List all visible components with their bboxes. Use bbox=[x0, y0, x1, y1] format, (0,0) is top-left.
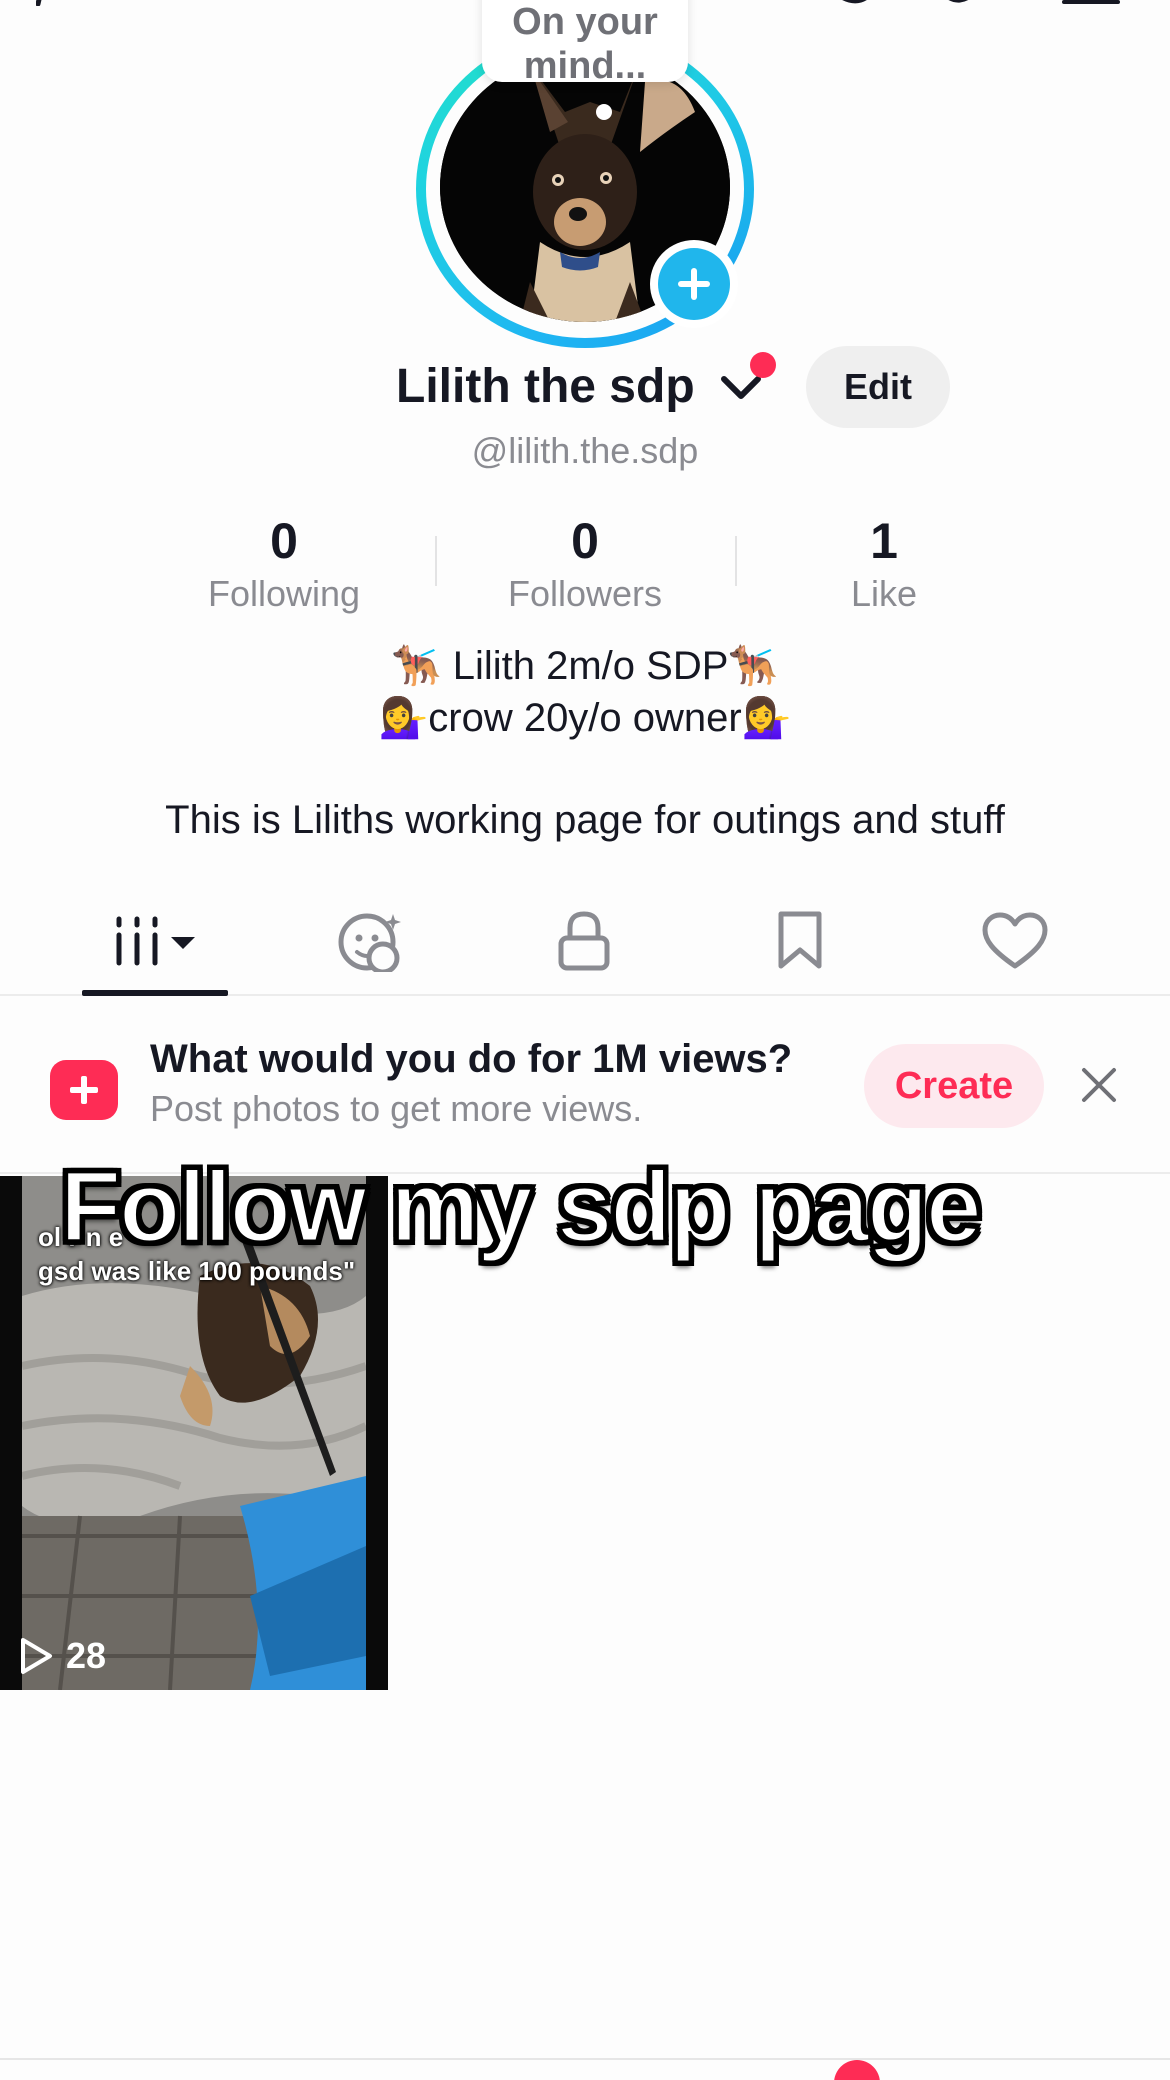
status-bubble[interactable]: On your mind... bbox=[482, 0, 688, 87]
status-bubble-text: On your mind... bbox=[512, 1, 658, 87]
inbox-badge bbox=[834, 2060, 880, 2080]
person-tipping-hand-emoji: 💁‍♀️ bbox=[378, 695, 429, 741]
tab-favorites[interactable] bbox=[740, 886, 860, 996]
notification-dot bbox=[750, 352, 776, 378]
close-icon[interactable] bbox=[1078, 1064, 1120, 1106]
stat-likes[interactable]: 1 Like bbox=[734, 510, 1034, 616]
profile-tabs bbox=[0, 886, 1170, 996]
bubble-dot bbox=[596, 104, 612, 120]
bio-line-1-text: Lilith 2m/o SDP bbox=[441, 644, 729, 688]
edit-profile-button[interactable]: Edit bbox=[806, 346, 950, 428]
heart-icon bbox=[982, 912, 1048, 969]
tab-videos[interactable] bbox=[82, 886, 228, 996]
play-icon bbox=[21, 1638, 52, 1674]
footprint-icon[interactable] bbox=[820, 0, 1000, 6]
promo-subtitle: Post photos to get more views. bbox=[150, 1088, 643, 1129]
promo-banner: What would you do for 1M views? Post pho… bbox=[0, 998, 1170, 1174]
followers-count: 0 bbox=[571, 513, 599, 569]
display-name[interactable]: Lilith the sdp bbox=[396, 352, 695, 422]
service-dog-emoji: 🐕‍🦺 bbox=[728, 643, 779, 689]
create-button[interactable]: Create bbox=[864, 1044, 1044, 1128]
tab-private[interactable] bbox=[524, 886, 644, 996]
grid-videos-icon bbox=[116, 916, 195, 966]
tab-liked[interactable] bbox=[955, 886, 1075, 996]
play-count-value: 28 bbox=[66, 1635, 107, 1676]
add-photo-icon bbox=[50, 1060, 118, 1120]
following-count: 0 bbox=[270, 513, 298, 569]
bio-line-1: 🐕‍🦺 Lilith 2m/o SDP🐕‍🦺 bbox=[0, 640, 1170, 692]
add-friend-icon[interactable] bbox=[36, 0, 96, 6]
username-handle: @lilith.the.sdp bbox=[471, 430, 699, 471]
stat-following[interactable]: 0 Following bbox=[134, 510, 434, 616]
following-label: Following bbox=[207, 573, 361, 614]
profile-name-row: Lilith the sdp bbox=[0, 352, 1170, 422]
video-overlay-title: Follow my sdp page bbox=[59, 1150, 984, 1265]
person-tipping-hand-emoji: 💁‍♀️ bbox=[741, 695, 792, 741]
active-tab-indicator bbox=[82, 990, 228, 996]
menu-icon[interactable] bbox=[1062, 0, 1120, 4]
tab-reposts[interactable] bbox=[312, 886, 432, 996]
bottom-nav-divider bbox=[0, 2058, 1170, 2060]
stat-followers[interactable]: 0 Followers bbox=[435, 510, 735, 616]
followers-label: Followers bbox=[507, 573, 663, 614]
add-story-button[interactable] bbox=[650, 240, 738, 328]
bio-line-2-text: crow 20y/o owner bbox=[428, 696, 742, 740]
plus-icon bbox=[658, 248, 730, 320]
likes-label: Like bbox=[850, 573, 918, 614]
bio-line-2: 💁‍♀️crow 20y/o owner💁‍♀️ bbox=[0, 692, 1170, 744]
service-dog-emoji: 🐕‍🦺 bbox=[391, 643, 442, 689]
promo-title: What would you do for 1M views? bbox=[150, 1037, 793, 1081]
likes-count: 1 bbox=[870, 513, 898, 569]
profile-bio: 🐕‍🦺 Lilith 2m/o SDP🐕‍🦺 💁‍♀️crow 20y/o ow… bbox=[0, 640, 1170, 744]
bookmark-icon bbox=[778, 911, 822, 969]
lock-icon bbox=[558, 911, 610, 971]
play-count: 28 bbox=[18, 1636, 106, 1676]
profile-description: This is Liliths working page for outings… bbox=[165, 798, 1005, 842]
reposts-icon bbox=[338, 913, 401, 972]
